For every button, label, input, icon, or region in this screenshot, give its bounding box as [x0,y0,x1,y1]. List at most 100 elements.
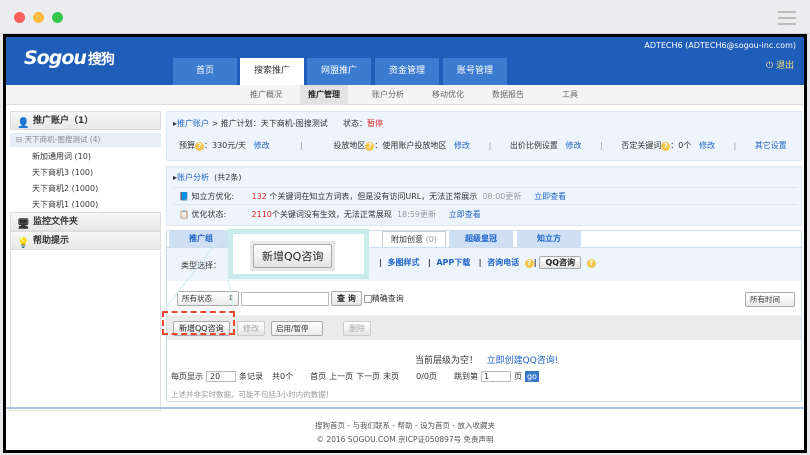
subnav-management[interactable]: 推广管理 [300,85,348,105]
tab-search-promotion[interactable]: 搜索推广 [240,58,304,85]
bid-ratio-label: 出价比例设置 [509,141,558,150]
edit-budget-link[interactable]: 修改 [254,141,270,150]
page-input[interactable]: 1 [480,371,511,382]
total-count: 共0个 [272,372,294,381]
delete-button[interactable]: 删除 [343,321,371,336]
last-page-link[interactable]: 末页 [383,371,399,382]
analysis-link[interactable]: 账户分析 [177,173,209,182]
edit-negative-link[interactable]: 修改 [699,141,715,150]
footer-links[interactable]: 搜狗首页 - 与我们联系 - 帮助 - 设为首页 - 放入收藏夹 [6,420,804,431]
book-icon: 📘 [179,192,189,201]
subnav-mobile[interactable]: 移动优化 [424,85,472,105]
other-settings-link[interactable]: 其它设置 [755,141,787,150]
type-app-download[interactable]: APP下载 [436,258,470,267]
sogou-logo[interactable]: Sogou 搜狗 [24,47,115,69]
callout-bg: 新增QQ咨询 [250,241,336,271]
sidebar-plan[interactable]: 天下商机3 (100) [32,167,93,178]
tab-account[interactable]: 账号管理 [443,58,507,85]
help-icon[interactable]: ? [524,259,534,268]
breadcrumb-plan: > 推广计划：天下商机-图搜测试 [211,119,328,128]
breadcrumb-root[interactable]: 推广账户 [177,119,209,128]
divider [173,204,797,205]
status-label: 状态： [342,119,367,128]
edit-region-link[interactable]: 修改 [454,141,470,150]
callout-zoom: 新增QQ咨询 [228,229,369,279]
breadcrumb: ▸推广账户 > 推广计划：天下商机-图搜测试 状态：暂停 [173,119,383,128]
help-icon[interactable]: ? [661,142,671,151]
tab-super-crown[interactable]: 超级皇冠 [449,231,513,247]
time-select[interactable]: 所有时间 [745,292,795,307]
row-text: 个关键词在知立方词表，但是没有访问URL，无法正常展示 [266,192,478,201]
status-list-icon: 📋 [179,210,189,219]
exact-checkbox[interactable] [363,294,372,303]
sidebar-plan[interactable]: 天下商机2 (1000) [32,183,98,194]
records-label: 条记录 [239,372,263,381]
sidebar-account-header[interactable]: 👤 推广账户（1） [10,111,161,130]
sidebar-monitor-folder[interactable]: 🖥 监控文件夹 [10,212,161,231]
type-qq-button[interactable]: QQ咨询 [539,256,582,269]
first-page-link[interactable]: 首页 [310,371,326,382]
sidebar-plan[interactable]: 新加通用词 (10) [32,151,91,162]
minimize-window-button[interactable] [33,12,44,23]
subnav-analysis[interactable]: 账户分析 [364,85,412,105]
maximize-window-button[interactable] [52,12,63,23]
footer-copyright: © 2016 SOGOU.COM 京ICP证050897号 免责声明 [316,435,494,444]
row-label: 优化状态: [191,210,227,219]
help-icon[interactable]: ? [195,142,204,151]
header: Sogou 搜狗 ADTECH6 (ADTECH6@sogou-inc.com) … [6,37,804,85]
budget-label: 预算 [179,141,195,150]
budget-value: ：330元/天 [204,141,246,150]
window-titlebar [0,0,810,34]
sidebar-plan[interactable]: 天下商机1 (1000) [32,199,98,210]
menu-icon[interactable] [778,11,796,29]
query-button[interactable]: 查 询 [331,291,362,306]
sidebar-help[interactable]: 💡 帮助提示 [10,231,161,250]
action-bar: 新增QQ咨询 修改 启用/暂停 删除 [167,315,801,340]
toggle-select[interactable]: 启用/暂停 [271,321,323,336]
callout-add-qq-button[interactable]: 新增QQ咨询 [253,244,333,268]
edit-bid-link[interactable]: 修改 [565,141,581,150]
subnav-tools[interactable]: 工具 [554,85,586,105]
tab-knowledge-cube[interactable]: 知立方 [517,231,581,247]
type-multi-image[interactable]: 多图样式 [388,258,420,267]
analysis-row: 📘 知立方优化: 132 个关键词在知立方词表，但是没有访问URL，无法正常展示 … [179,191,566,202]
power-icon: ⏻ [766,61,776,71]
create-qq-link[interactable]: 立即创建QQ咨询! [487,356,559,366]
tab-ad-group[interactable]: 推广组 [169,231,233,247]
logout-label: 退出 [775,61,794,71]
row-count: 132 [251,192,267,201]
chevron-updown-icon: ⇕ [227,293,234,302]
data-note: 上述并非实时数据，可能不包括3小时内的数据！ [171,390,334,399]
status-select[interactable]: 所有状态 ⇕ [177,291,239,306]
next-page-link[interactable]: 下一页 [356,371,380,382]
row-label: 知立方优化: [191,192,235,201]
prev-page-link[interactable]: 上一页 [329,371,353,382]
subnav-overview[interactable]: 推广概况 [242,85,290,105]
type-label: 类型选择： [181,261,221,270]
help-icon[interactable]: ? [586,259,596,268]
sidebar-account[interactable]: ⊟ 天下商机-图搜测试 (4) [10,133,161,147]
plan-settings: 预算? ：330元/天 修改 | 投放地区? ：使用账户投放地区 修改 | 出价比例… [179,141,787,151]
close-window-button[interactable] [14,12,25,23]
tab-home[interactable]: 首页 [173,58,237,85]
toggle-select-value: 启用/暂停 [276,324,309,333]
help-label: 帮助提示 [33,236,70,246]
page-count: 0/0页 [416,372,437,381]
search-input[interactable] [241,291,329,306]
logout-link[interactable]: ⏻ 退出 [766,58,794,71]
region-value: ：使用账户投放地区 [374,141,447,150]
edit-button[interactable]: 修改 [237,321,265,336]
view-now-link[interactable]: 立即查看 [449,210,481,219]
page-unit: 页 [513,372,522,381]
account-label: 天下商机-图搜测试 (4) [24,135,101,144]
tab-funds[interactable]: 资金管理 [375,58,439,85]
go-button[interactable]: go [524,371,539,382]
view-now-link[interactable]: 立即查看 [534,192,566,201]
exact-label: 精确查询 [371,294,404,303]
tab-extra-creative[interactable]: 附加创意 (0) [382,231,446,247]
tab-union-promotion[interactable]: 网盟推广 [307,58,371,85]
type-phone[interactable]: 咨询电话 [487,258,519,267]
page-size-select[interactable]: 20 [206,371,236,382]
subnav-reports[interactable]: 数据报告 [484,85,532,105]
empty-text: 当前层级为空！ [415,356,479,366]
